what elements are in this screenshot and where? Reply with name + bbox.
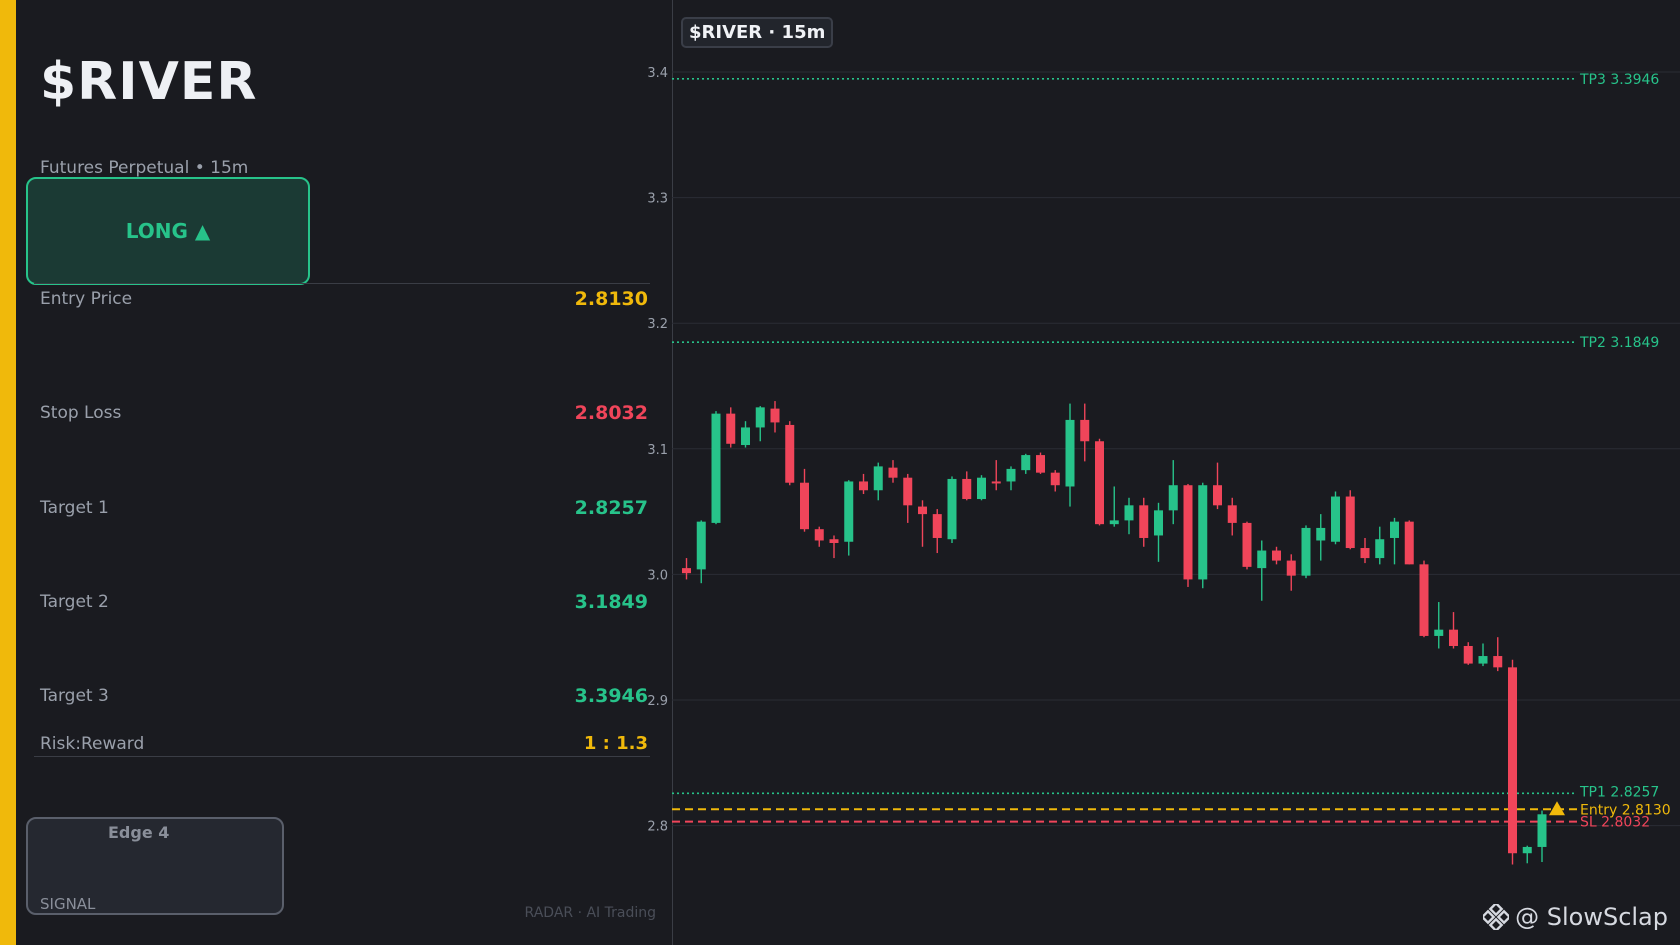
candle-body: [1154, 510, 1163, 536]
candle-body: [1109, 520, 1119, 525]
level-line-label: SL 2.8032: [1580, 815, 1650, 831]
candle-body: [1316, 527, 1326, 541]
candle-body: [977, 477, 986, 500]
candle-body: [1242, 522, 1252, 567]
level-row-entry: Entry Price 2.8130: [40, 288, 648, 310]
candle-body: [1168, 485, 1178, 511]
level-label: Target 1: [40, 498, 109, 518]
y-tick-label: 3.2: [647, 317, 668, 332]
candle-body: [962, 478, 972, 500]
risk-reward-label: Risk:Reward: [40, 734, 145, 754]
candle-body: [903, 477, 913, 506]
candle-body: [1508, 667, 1517, 854]
candle-body: [1183, 485, 1193, 580]
candle-body: [1227, 505, 1237, 523]
level-line-label: TP1 2.8257: [1579, 784, 1659, 800]
candle-body: [1360, 548, 1370, 559]
candle-body: [1095, 441, 1104, 525]
candle-body: [1198, 485, 1208, 580]
candle-body: [1463, 645, 1473, 664]
candle-body: [829, 539, 839, 543]
candlestick-chart: TP3 3.3946TP2 3.1849TP1 2.8257Entry 2.81…: [672, 0, 1680, 945]
candle-body: [1286, 560, 1296, 576]
level-label: Entry Price: [40, 289, 133, 309]
candle-body: [947, 478, 957, 540]
candle-body: [873, 466, 883, 491]
y-tick-label: 3.3: [647, 192, 668, 207]
y-axis: 2.8 2.9 3.0 3.1 3.2 3.3 3.4: [647, 66, 668, 835]
edge-label: Edge 4: [108, 823, 170, 842]
candle-body: [1065, 419, 1075, 487]
level-label: Target 3: [40, 686, 109, 706]
candle-body: [1449, 629, 1458, 646]
level-row-target-1: Target 1 2.8257: [40, 497, 648, 519]
watermark: @ SlowSclap: [1483, 903, 1668, 931]
candle-body: [1006, 468, 1016, 482]
price-chart: TP3 3.3946 TP2 3.1849 TP1 2.8257 Entry 2.81…: [647, 0, 1680, 945]
candle-body: [1478, 656, 1488, 664]
candle-body: [741, 427, 750, 446]
level-row-stop-loss: Stop Loss 2.8032: [40, 402, 648, 424]
candle-body: [770, 408, 780, 423]
candle-body: [696, 521, 706, 570]
divider-top: [34, 283, 650, 284]
candle-body: [1434, 629, 1444, 636]
candle-body: [1080, 419, 1090, 442]
candle-body: [1257, 550, 1267, 569]
ticker-title: $RIVER: [40, 52, 258, 112]
candle-body: [1404, 521, 1414, 565]
candle-body: [1537, 814, 1547, 847]
candle-body: [1331, 496, 1340, 542]
candle-body: [1375, 539, 1385, 559]
candle-body: [1493, 656, 1503, 668]
risk-reward-row: Risk:Reward 1 : 1.3: [40, 733, 648, 754]
binance-diamond-icon: [1483, 904, 1510, 930]
candle-body: [1036, 455, 1045, 473]
candle-body: [726, 413, 736, 444]
y-tick-label: 3.4: [647, 66, 668, 81]
level-row-target-2: Target 2 3.1849: [40, 591, 648, 613]
level-line-label: TP2 3.1849: [1579, 335, 1659, 351]
signal-panel: $RIVER Futures Perpetual • 15m LONG ▲ En…: [16, 0, 672, 945]
candle-body: [1301, 527, 1311, 576]
watermark-text: @ SlowSclap: [1515, 903, 1668, 931]
candle-body: [711, 413, 721, 523]
candle-body: [991, 481, 1001, 484]
candle-body: [932, 514, 942, 538]
y-tick-label: 2.8: [647, 820, 668, 835]
direction-badge: LONG ▲: [26, 177, 310, 285]
candle-body: [1021, 455, 1031, 471]
y-tick-label: 2.9: [647, 694, 668, 709]
candle-body: [1272, 550, 1281, 561]
candle-body: [814, 529, 824, 541]
candle-body: [859, 481, 868, 491]
candle-body: [1124, 505, 1134, 521]
candle-body: [888, 467, 898, 478]
candle-body: [1139, 505, 1149, 538]
signal-label: SIGNAL: [40, 895, 96, 913]
candle-body: [844, 481, 854, 542]
candle-body: [800, 482, 809, 530]
candle-body: [755, 407, 765, 428]
candle-body: [1390, 521, 1399, 538]
candle-body: [785, 424, 795, 483]
candle-body: [918, 506, 927, 515]
chart-title: $RIVER · 15m: [681, 17, 834, 48]
level-label: Target 2: [40, 592, 109, 612]
level-row-target-3: Target 3 3.3946: [40, 685, 648, 707]
y-tick-label: 3.0: [647, 568, 668, 583]
candle-body: [1213, 485, 1222, 506]
edge-card: Edge 4 SIGNAL: [26, 817, 284, 915]
divider-bottom: [34, 756, 650, 757]
y-tick-label: 3.1: [647, 443, 668, 458]
candle-body: [682, 568, 691, 574]
market-subtitle: Futures Perpetual • 15m: [40, 158, 249, 178]
level-label: Stop Loss: [40, 403, 122, 423]
level-line-label: TP3 3.3946: [1579, 72, 1659, 88]
candle-body: [1419, 564, 1429, 636]
accent-bar: [0, 0, 16, 945]
candle-body: [1345, 496, 1355, 549]
candle-body: [1050, 472, 1060, 486]
candle-body: [1522, 846, 1532, 854]
